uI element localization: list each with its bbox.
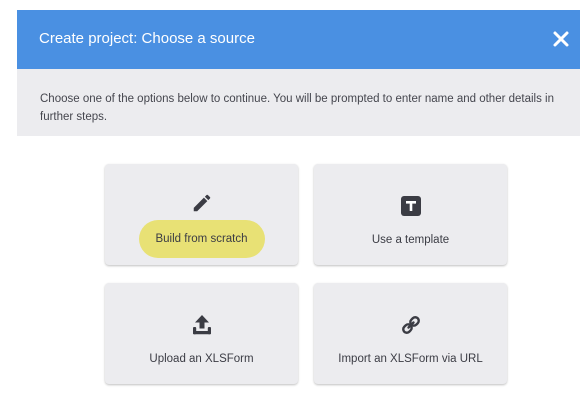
close-button[interactable] bbox=[550, 28, 572, 50]
option-label: Use a template bbox=[371, 234, 450, 246]
option-label: Upload an XLSForm bbox=[149, 353, 254, 365]
close-icon bbox=[553, 31, 569, 47]
modal-header: Create project: Choose a source bbox=[17, 10, 580, 69]
import-xlsform-url-button[interactable]: Import an XLSForm via URL bbox=[314, 283, 507, 384]
instructions-panel: Choose one of the options below to conti… bbox=[17, 69, 580, 136]
modal-title: Create project: Choose a source bbox=[39, 30, 255, 47]
option-label: Build from scratch bbox=[138, 220, 265, 258]
option-label: Import an XLSForm via URL bbox=[338, 353, 483, 365]
build-from-scratch-button[interactable]: Build from scratch bbox=[105, 164, 298, 265]
upload-icon bbox=[191, 314, 213, 336]
use-template-button[interactable]: Use a template bbox=[314, 164, 507, 265]
link-icon bbox=[400, 314, 422, 336]
upload-xlsform-button[interactable]: Upload an XLSForm bbox=[105, 283, 298, 384]
template-icon bbox=[400, 195, 422, 217]
instructions-text: Choose one of the options below to conti… bbox=[40, 93, 555, 123]
pencil-icon bbox=[191, 192, 213, 214]
create-project-modal: Create project: Choose a source Choose o… bbox=[0, 0, 580, 411]
